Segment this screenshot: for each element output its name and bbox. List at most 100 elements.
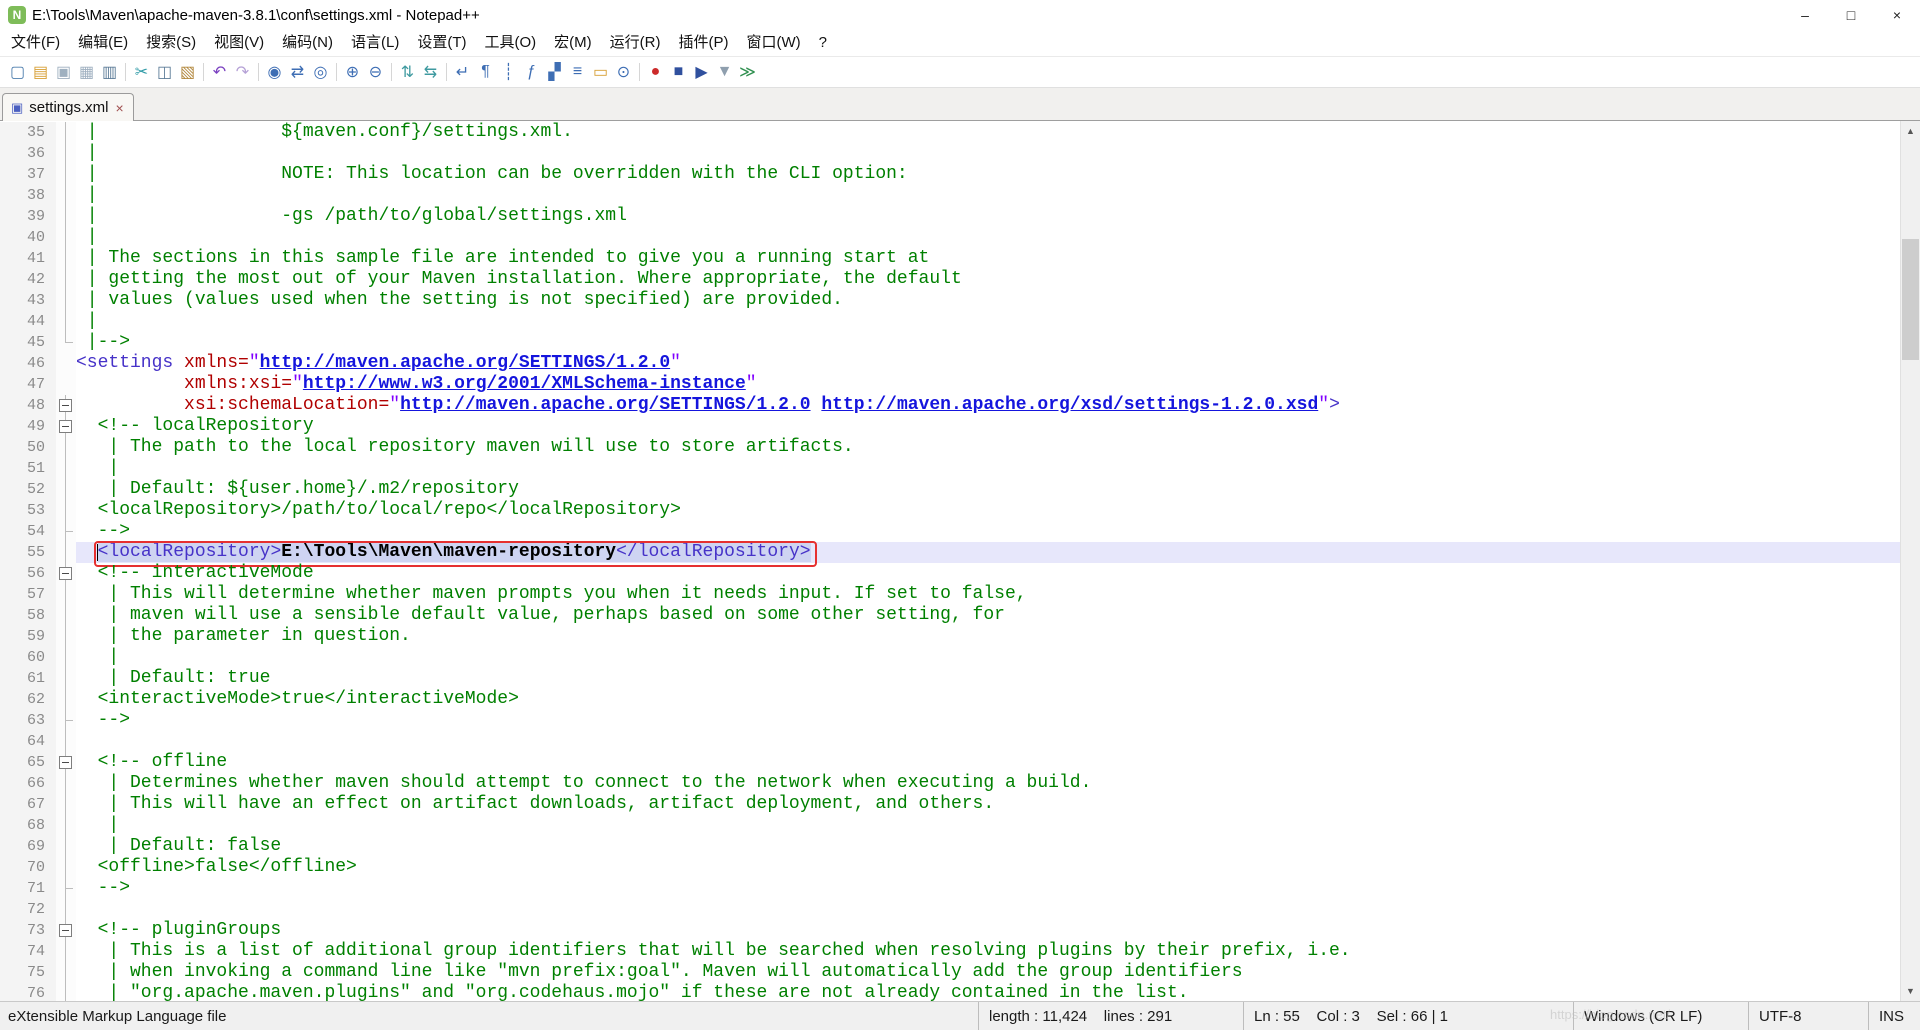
editor-line-49[interactable]: 49 <!-- localRepository bbox=[0, 416, 1900, 437]
editor-line-66[interactable]: 66 | Determines whether maven should att… bbox=[0, 773, 1900, 794]
scroll-down-icon[interactable]: ▼ bbox=[1901, 981, 1920, 1001]
code-text[interactable]: <!-- offline bbox=[76, 752, 1900, 773]
show-all-characters-icon[interactable]: ¶ bbox=[474, 60, 497, 84]
find-icon[interactable]: ◉ bbox=[263, 60, 286, 84]
editor-line-35[interactable]: 35 | ${maven.conf}/settings.xml. bbox=[0, 122, 1900, 143]
editor-line-61[interactable]: 61 | Default: true bbox=[0, 668, 1900, 689]
code-text[interactable]: | bbox=[76, 311, 1900, 332]
editor-line-56[interactable]: 56 <!-- interactiveMode bbox=[0, 563, 1900, 584]
code-text[interactable]: | -gs /path/to/global/settings.xml bbox=[76, 206, 1900, 227]
menu-item[interactable]: 编码(N) bbox=[273, 30, 342, 56]
editor-line-65[interactable]: 65 <!-- offline bbox=[0, 752, 1900, 773]
code-text[interactable]: <offline>false</offline> bbox=[76, 857, 1900, 878]
code-text[interactable]: <interactiveMode>true</interactiveMode> bbox=[76, 689, 1900, 710]
editor-line-64[interactable]: 64 bbox=[0, 731, 1900, 752]
code-text[interactable]: <settings xmlns="http://maven.apache.org… bbox=[76, 353, 1900, 374]
scroll-up-icon[interactable]: ▲ bbox=[1901, 121, 1920, 141]
code-text[interactable]: | bbox=[76, 185, 1900, 206]
menu-item[interactable]: 插件(P) bbox=[669, 30, 737, 56]
code-text[interactable] bbox=[76, 899, 1900, 920]
editor-line-69[interactable]: 69 | Default: false bbox=[0, 836, 1900, 857]
editor-line-44[interactable]: 44 | bbox=[0, 311, 1900, 332]
editor-line-58[interactable]: 58 | maven will use a sensible default v… bbox=[0, 605, 1900, 626]
code-text[interactable]: | bbox=[76, 458, 1900, 479]
code-text[interactable]: | getting the most out of your Maven ins… bbox=[76, 269, 1900, 290]
monitoring-icon[interactable]: ⊙ bbox=[612, 60, 635, 84]
editor-line-63[interactable]: 63 --> bbox=[0, 710, 1900, 731]
code-text[interactable]: --> bbox=[76, 710, 1900, 731]
stop-recording-icon[interactable]: ■ bbox=[667, 60, 690, 84]
editor-line-75[interactable]: 75 | when invoking a command line like "… bbox=[0, 962, 1900, 983]
editor-line-62[interactable]: 62 <interactiveMode>true</interactiveMod… bbox=[0, 689, 1900, 710]
new-file-icon[interactable]: ▢ bbox=[6, 60, 29, 84]
menu-item[interactable]: 搜索(S) bbox=[137, 30, 205, 56]
code-text[interactable]: | This is a list of additional group ide… bbox=[76, 941, 1900, 962]
zoom-in-icon[interactable]: ⊕ bbox=[341, 60, 364, 84]
editor-line-37[interactable]: 37 | NOTE: This location can be overridd… bbox=[0, 164, 1900, 185]
menu-item[interactable]: ? bbox=[810, 30, 836, 56]
code-text[interactable]: | Determines whether maven should attemp… bbox=[76, 773, 1900, 794]
editor-line-74[interactable]: 74 | This is a list of additional group … bbox=[0, 941, 1900, 962]
code-text[interactable]: | when invoking a command line like "mvn… bbox=[76, 962, 1900, 983]
minimize-button[interactable]: – bbox=[1782, 0, 1828, 30]
editor-line-43[interactable]: 43 | values (values used when the settin… bbox=[0, 290, 1900, 311]
menu-item[interactable]: 工具(O) bbox=[475, 30, 545, 56]
code-text[interactable]: <!-- pluginGroups bbox=[76, 920, 1900, 941]
fold-marker-icon[interactable] bbox=[56, 752, 76, 773]
editor-line-67[interactable]: 67 | This will have an effect on artifac… bbox=[0, 794, 1900, 815]
code-text[interactable]: | bbox=[76, 815, 1900, 836]
editor-line-41[interactable]: 41 | The sections in this sample file ar… bbox=[0, 248, 1900, 269]
menu-item[interactable]: 设置(T) bbox=[408, 30, 475, 56]
editor-line-72[interactable]: 72 bbox=[0, 899, 1900, 920]
code-text[interactable]: | NOTE: This location can be overridden … bbox=[76, 164, 1900, 185]
code-text[interactable]: | The sections in this sample file are i… bbox=[76, 248, 1900, 269]
fold-marker-icon[interactable] bbox=[56, 920, 76, 941]
menu-item[interactable]: 编辑(E) bbox=[69, 30, 137, 56]
tab-settings-xml[interactable]: ▣ settings.xml × bbox=[2, 93, 134, 121]
sync-vertical-scroll-icon[interactable]: ⇅ bbox=[396, 60, 419, 84]
show-indent-guide-icon[interactable]: ┊ bbox=[497, 60, 520, 84]
editor-line-76[interactable]: 76 | "org.apache.maven.plugins" and "org… bbox=[0, 983, 1900, 1001]
code-text[interactable]: <localRepository>E:\Tools\Maven\maven-re… bbox=[76, 541, 1900, 567]
code-text[interactable]: <localRepository>/path/to/local/repo</lo… bbox=[76, 500, 1900, 521]
editor-line-68[interactable]: 68 | bbox=[0, 815, 1900, 836]
code-text[interactable]: xsi:schemaLocation="http://maven.apache.… bbox=[76, 395, 1900, 416]
code-text[interactable]: |--> bbox=[76, 332, 1900, 353]
find-in-files-icon[interactable]: ◎ bbox=[309, 60, 332, 84]
tab-close-icon[interactable]: × bbox=[115, 100, 125, 116]
editor-line-57[interactable]: 57 | This will determine whether maven p… bbox=[0, 584, 1900, 605]
print-icon[interactable]: ▥ bbox=[98, 60, 121, 84]
fold-marker-icon[interactable] bbox=[56, 395, 76, 416]
close-button[interactable]: × bbox=[1874, 0, 1920, 30]
folder-as-workspace-icon[interactable]: ▭ bbox=[589, 60, 612, 84]
editor[interactable]: 35 | ${maven.conf}/settings.xml. 36 | 37 |… bbox=[0, 121, 1920, 1001]
code-text[interactable]: | This will have an effect on artifact d… bbox=[76, 794, 1900, 815]
sync-horizontal-scroll-icon[interactable]: ⇆ bbox=[419, 60, 442, 84]
menu-item[interactable]: 窗口(W) bbox=[737, 30, 809, 56]
code-text[interactable]: <!-- localRepository bbox=[76, 416, 1900, 437]
play-macro-icon[interactable]: ▶ bbox=[690, 60, 713, 84]
scrollbar-thumb[interactable] bbox=[1902, 239, 1919, 360]
editor-line-42[interactable]: 42 | getting the most out of your Maven … bbox=[0, 269, 1900, 290]
menu-item[interactable]: 视图(V) bbox=[205, 30, 273, 56]
code-text[interactable]: | maven will use a sensible default valu… bbox=[76, 605, 1900, 626]
run-macro-multiple-icon[interactable]: ≫ bbox=[736, 60, 759, 84]
editor-line-45[interactable]: 45 |--> bbox=[0, 332, 1900, 353]
record-macro-icon[interactable]: ● bbox=[644, 60, 667, 84]
code-text[interactable]: | ${maven.conf}/settings.xml. bbox=[76, 122, 1900, 143]
editor-line-53[interactable]: 53 <localRepository>/path/to/local/repo<… bbox=[0, 500, 1900, 521]
scrollbar-track[interactable] bbox=[1901, 141, 1920, 981]
fold-marker-icon[interactable] bbox=[56, 416, 76, 437]
cut-icon[interactable]: ✂ bbox=[130, 60, 153, 84]
editor-line-73[interactable]: 73 <!-- pluginGroups bbox=[0, 920, 1900, 941]
document-map-icon[interactable]: ▞ bbox=[543, 60, 566, 84]
code-text[interactable]: | The path to the local repository maven… bbox=[76, 437, 1900, 458]
editor-line-55[interactable]: 55 <localRepository>E:\Tools\Maven\maven… bbox=[0, 541, 1900, 567]
menu-item[interactable]: 语言(L) bbox=[342, 30, 408, 56]
editor-line-51[interactable]: 51 | bbox=[0, 458, 1900, 479]
document-list-icon[interactable]: ≡ bbox=[566, 60, 589, 84]
save-macro-icon[interactable]: ▼ bbox=[713, 60, 736, 84]
code-text[interactable]: | "org.apache.maven.plugins" and "org.co… bbox=[76, 983, 1900, 1001]
code-text[interactable]: --> bbox=[76, 878, 1900, 899]
editor-line-70[interactable]: 70 <offline>false</offline> bbox=[0, 857, 1900, 878]
